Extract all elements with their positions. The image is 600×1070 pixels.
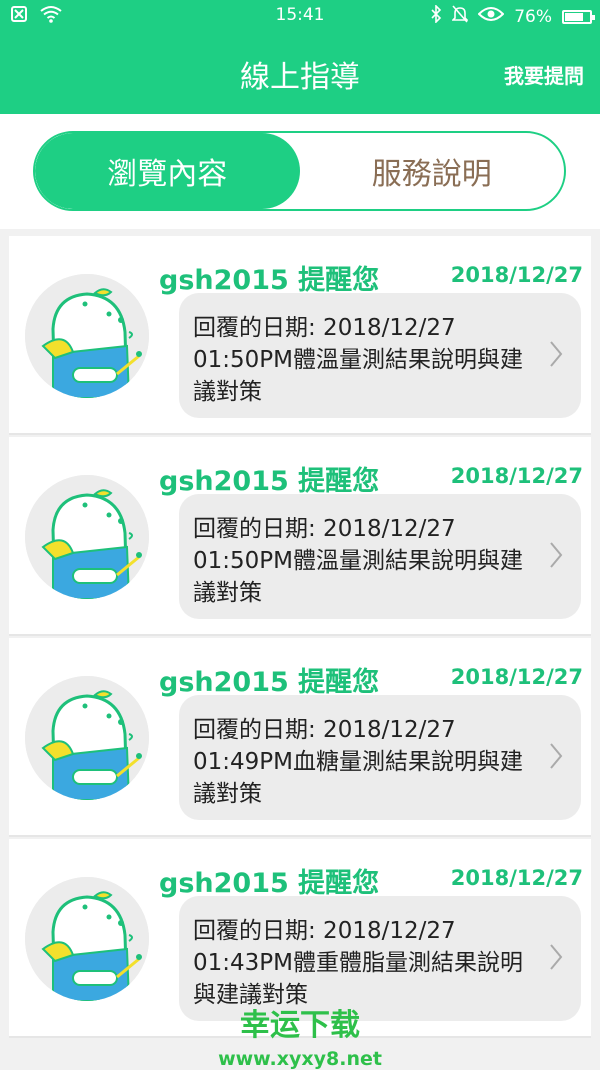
bear-avatar-icon bbox=[25, 274, 149, 398]
message-item[interactable]: gsh2015 提醒您 2018/12/27 回覆的日期: 2018/12/27… bbox=[9, 437, 591, 636]
message-text: 回覆的日期: 2018/12/27 01:50PM體溫量測結果說明與建議對策 bbox=[193, 315, 523, 405]
message-text: 回覆的日期: 2018/12/27 01:43PM體重體脂量測結果說明與建議對策 bbox=[193, 918, 523, 1008]
watermark: 幸运下载 www.xyxy8.net bbox=[0, 1000, 600, 1070]
message-date: 2018/12/27 bbox=[450, 866, 583, 890]
tab-bar: 瀏覽內容 服務說明 bbox=[0, 114, 600, 229]
message-date: 2018/12/27 bbox=[450, 665, 583, 689]
message-text: 回覆的日期: 2018/12/27 01:50PM體溫量測結果說明與建議對策 bbox=[193, 516, 523, 606]
message-item[interactable]: gsh2015 提醒您 2018/12/27 回覆的日期: 2018/12/27… bbox=[9, 236, 591, 435]
message-date: 2018/12/27 bbox=[450, 263, 583, 287]
chevron-right-icon bbox=[545, 942, 567, 972]
app-header: 線上指導 我要提問 bbox=[0, 30, 600, 114]
message-item[interactable]: gsh2015 提醒您 2018/12/27 回覆的日期: 2018/12/27… bbox=[9, 638, 591, 837]
chevron-right-icon bbox=[545, 540, 567, 570]
message-bubble[interactable]: 回覆的日期: 2018/12/27 01:49PM血糖量測結果說明與建議對策 bbox=[179, 695, 581, 820]
bluetooth-icon bbox=[430, 4, 442, 28]
chevron-right-icon bbox=[545, 741, 567, 771]
mute-icon bbox=[451, 5, 470, 28]
bear-avatar-icon bbox=[25, 676, 149, 800]
message-sender: gsh2015 提醒您 bbox=[159, 868, 380, 899]
eye-icon bbox=[477, 6, 505, 27]
ask-question-button[interactable]: 我要提問 bbox=[504, 60, 584, 89]
message-text: 回覆的日期: 2018/12/27 01:49PM血糖量測結果說明與建議對策 bbox=[193, 717, 523, 807]
watermark-text: 幸运下载 bbox=[240, 1008, 360, 1043]
battery-percent: 76% bbox=[514, 6, 552, 27]
message-list: gsh2015 提醒您 2018/12/27 回覆的日期: 2018/12/27… bbox=[0, 236, 600, 1067]
message-sender: gsh2015 提醒您 bbox=[159, 667, 380, 698]
battery-icon bbox=[562, 9, 595, 24]
tab-service-info[interactable]: 服務說明 bbox=[300, 133, 565, 209]
message-sender: gsh2015 提醒您 bbox=[159, 466, 380, 497]
message-bubble[interactable]: 回覆的日期: 2018/12/27 01:50PM體溫量測結果說明與建議對策 bbox=[179, 293, 581, 418]
chevron-right-icon bbox=[545, 339, 567, 369]
message-bubble[interactable]: 回覆的日期: 2018/12/27 01:50PM體溫量測結果說明與建議對策 bbox=[179, 494, 581, 619]
bear-avatar-icon bbox=[25, 877, 149, 1001]
segmented-control: 瀏覽內容 服務說明 bbox=[33, 131, 566, 211]
status-bar: 15:41 76% bbox=[0, 0, 600, 30]
tab-browse-content[interactable]: 瀏覽內容 bbox=[35, 133, 300, 209]
message-date: 2018/12/27 bbox=[450, 464, 583, 488]
bear-avatar-icon bbox=[25, 475, 149, 599]
message-sender: gsh2015 提醒您 bbox=[159, 265, 380, 296]
